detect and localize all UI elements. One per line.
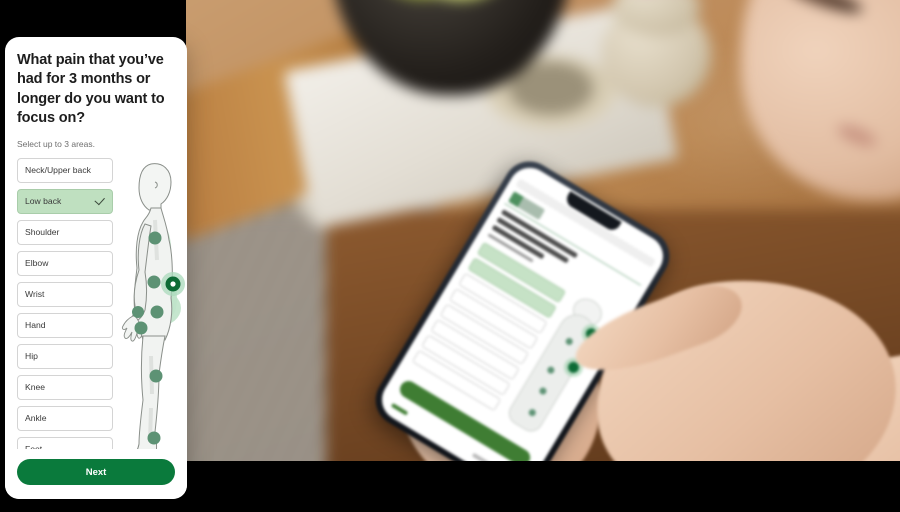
selection-area: Neck/Upper back Low back Shoulder Elbow Wris… [17, 157, 185, 470]
pain-area-option-label: Ankle [25, 413, 47, 424]
phone-and-hands [186, 0, 900, 461]
pain-area-option-label: Knee [25, 382, 46, 393]
card-content: What pain that you’ve had for 3 months o… [5, 37, 187, 470]
check-icon [94, 196, 105, 207]
pain-area-option-shoulder[interactable]: Shoulder [17, 219, 113, 245]
marker-knee [149, 369, 163, 383]
marker-ankle [147, 431, 161, 445]
pain-area-option-label: Elbow [25, 258, 49, 269]
marker-hand [134, 321, 148, 335]
pain-area-option-wrist[interactable]: Wrist [17, 281, 113, 307]
pain-area-option-elbow[interactable]: Elbow [17, 250, 113, 276]
pain-area-option-label: Neck/Upper back [25, 165, 91, 176]
pain-area-option-ankle[interactable]: Ankle [17, 405, 113, 431]
selection-hint: Select up to 3 areas. [17, 138, 95, 149]
pain-area-option-hip[interactable]: Hip [17, 343, 113, 369]
phone-back-link [390, 402, 409, 416]
pain-area-option-hand[interactable]: Hand [17, 312, 113, 338]
pain-area-option-neck-upper-back[interactable]: Neck/Upper back [17, 157, 113, 183]
card-footer: Next [5, 449, 187, 499]
marker-elbow [147, 275, 161, 289]
next-button[interactable]: Next [17, 459, 175, 485]
marker-wrist [132, 305, 144, 318]
pain-area-option-label: Hip [25, 351, 38, 362]
pain-area-option-label: Hand [25, 320, 46, 331]
pain-area-option-label: Low back [25, 196, 62, 207]
screenshot-root: What pain that you’ve had for 3 months o… [0, 0, 900, 512]
marker-hip [150, 305, 164, 319]
marker-shoulder [148, 231, 162, 245]
body-diagram [121, 160, 185, 470]
pain-area-option-low-back[interactable]: Low back [17, 188, 113, 214]
pain-area-option-knee[interactable]: Knee [17, 374, 113, 400]
page-title: What pain that you’ve had for 3 months o… [17, 52, 165, 127]
pain-area-card: What pain that you’ve had for 3 months o… [5, 37, 187, 499]
pain-area-option-list: Neck/Upper back Low back Shoulder Elbow Wris… [17, 157, 113, 470]
pain-area-option-label: Wrist [25, 289, 45, 300]
body-diagram-svg [121, 162, 185, 463]
lifestyle-photo [186, 0, 900, 461]
pain-area-option-label: Shoulder [25, 227, 60, 238]
